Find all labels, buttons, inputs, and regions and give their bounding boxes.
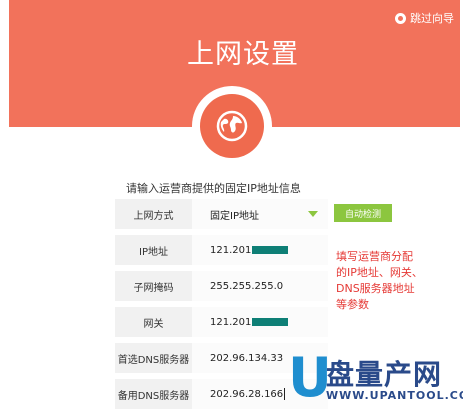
ip-address-input[interactable]: 121.201 bbox=[192, 235, 328, 265]
watermark-text: 盘量产网 bbox=[326, 358, 443, 391]
skip-wizard-button[interactable]: 跳过向导 bbox=[395, 10, 454, 26]
chevron-down-icon bbox=[308, 211, 318, 217]
annotation-note: 填写运营商分配 的IP地址、网关、 DNS服务器地址 等参数 bbox=[336, 249, 424, 313]
gateway-row: 网关 121.201 bbox=[115, 307, 328, 338]
secondary-dns-label: 备用DNS服务器 bbox=[117, 390, 190, 402]
annotation-line: 的IP地址、网关、 bbox=[336, 266, 423, 279]
redaction-mask bbox=[252, 318, 289, 326]
gateway-input[interactable]: 121.201 bbox=[192, 307, 328, 337]
connection-type-label: 上网方式 bbox=[133, 210, 174, 222]
subnet-mask-row: 子网掩码 255.255.255.0 bbox=[115, 271, 328, 302]
secondary-dns-value: 202.96.28.166 bbox=[210, 388, 284, 400]
subnet-mask-value: 255.255.255.0 bbox=[210, 280, 284, 292]
auto-detect-button[interactable]: 自动检测 bbox=[334, 204, 392, 222]
redaction-mask bbox=[252, 246, 289, 254]
page-title: 上网设置 bbox=[187, 39, 299, 70]
skip-label: 跳过向导 bbox=[410, 12, 454, 25]
subnet-mask-label: 子网掩码 bbox=[133, 282, 174, 294]
ip-address-row: IP地址 121.201 bbox=[115, 235, 328, 266]
annotation-line: DNS服务器地址 bbox=[336, 282, 415, 295]
skip-icon bbox=[395, 12, 406, 24]
annotation-line: 填写运营商分配 bbox=[336, 250, 413, 263]
ip-address-value: 121.201 bbox=[210, 244, 252, 256]
primary-dns-label: 首选DNS服务器 bbox=[117, 354, 190, 366]
site-watermark: U 盘量产网 WWW.UPANTOOL.COM bbox=[288, 348, 463, 413]
gateway-label: 网关 bbox=[143, 318, 164, 330]
primary-dns-value: 202.96.134.33 bbox=[210, 352, 284, 364]
connection-type-row: 上网方式 固定IP地址 bbox=[115, 199, 328, 230]
globe-icon bbox=[200, 94, 264, 158]
watermark-url: WWW.UPANTOOL.COM bbox=[326, 389, 463, 402]
connection-type-select[interactable]: 固定IP地址 bbox=[192, 199, 328, 229]
annotation-line: 等参数 bbox=[336, 298, 369, 311]
ip-address-label: IP地址 bbox=[139, 246, 168, 258]
instruction-text: 请输入运营商提供的固定IP地址信息 bbox=[126, 182, 301, 195]
subnet-mask-input[interactable]: 255.255.255.0 bbox=[192, 271, 328, 301]
gateway-value: 121.201 bbox=[210, 316, 252, 328]
globe-badge bbox=[192, 86, 272, 166]
text-cursor bbox=[284, 388, 286, 400]
connection-type-value: 固定IP地址 bbox=[210, 210, 259, 222]
watermark-u-logo: U bbox=[288, 346, 332, 409]
